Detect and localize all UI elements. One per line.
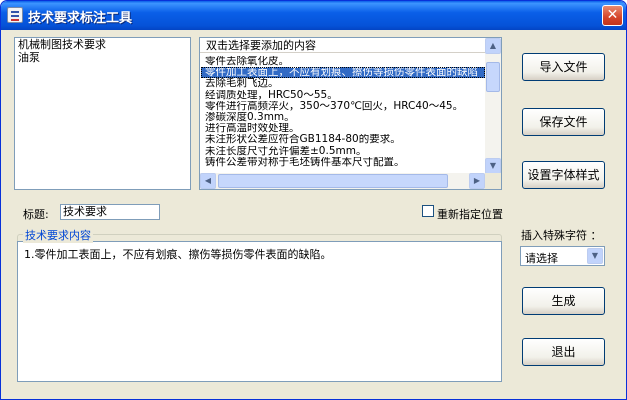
scroll-right-icon[interactable]: ▶ bbox=[469, 173, 485, 189]
list-item-selected[interactable]: 零件加工表面上，不应有划痕、擦伤等损伤零件表面的缺陷 bbox=[201, 67, 485, 79]
vertical-scrollbar[interactable]: ▲ ▼ bbox=[485, 38, 501, 174]
list-item[interactable]: 未注形状公差应符合GB1184-80的要求。 bbox=[201, 134, 485, 145]
list-item[interactable]: 经调质处理，HRC50～55。 bbox=[201, 90, 485, 101]
save-file-button[interactable]: 保存文件 bbox=[522, 108, 605, 136]
list-item[interactable]: 渗碳深度0.3mm。 bbox=[201, 112, 485, 123]
chevron-down-icon[interactable]: ▼ bbox=[587, 248, 603, 264]
scroll-up-icon[interactable]: ▲ bbox=[485, 38, 501, 54]
generate-button[interactable]: 生成 bbox=[522, 287, 605, 315]
list-item[interactable]: 去除毛刺飞边。 bbox=[201, 78, 485, 89]
title-input[interactable]: 技术要求 bbox=[60, 204, 160, 220]
list-item[interactable]: 零件去除氧化皮。 bbox=[201, 56, 485, 67]
title-bar[interactable]: 技术要求标注工具 ✕ bbox=[1, 1, 626, 30]
special-char-select[interactable]: 请选择 ▼ bbox=[520, 246, 605, 266]
app-icon bbox=[7, 7, 23, 23]
close-button[interactable]: ✕ bbox=[602, 5, 623, 26]
list-item[interactable]: 铸件公差带对称于毛坯铸件基本尺寸配置。 bbox=[201, 157, 485, 168]
category-list[interactable]: 机械制图技术要求 油泵 bbox=[14, 37, 191, 190]
reposition-label[interactable]: 重新指定位置 bbox=[437, 206, 503, 222]
content-textarea[interactable]: 1.零件加工表面上，不应有划痕、擦伤等损伤零件表面的缺陷。 bbox=[17, 241, 502, 382]
exit-button[interactable]: 退出 bbox=[522, 338, 605, 366]
content-options-list[interactable]: 双击选择要添加的内容 零件去除氧化皮。 零件加工表面上，不应有划痕、擦伤等损伤零… bbox=[199, 37, 502, 190]
scroll-thumb[interactable] bbox=[486, 62, 500, 92]
main-window: 技术要求标注工具 ✕ 机械制图技术要求 油泵 双击选择要添加的内容 零件去除氧化… bbox=[0, 0, 627, 400]
select-value: 请选择 bbox=[525, 252, 558, 265]
special-char-label: 插入特殊字符 ： bbox=[521, 229, 602, 242]
reposition-checkbox[interactable] bbox=[422, 205, 434, 217]
list-item[interactable]: 油泵 bbox=[15, 51, 190, 64]
title-label: 标题: bbox=[23, 208, 49, 221]
scroll-down-icon[interactable]: ▼ bbox=[485, 158, 501, 174]
scroll-left-icon[interactable]: ◀ bbox=[200, 173, 216, 189]
import-file-button[interactable]: 导入文件 bbox=[522, 53, 605, 81]
scroll-thumb[interactable] bbox=[218, 174, 448, 188]
scroll-corner bbox=[485, 173, 501, 189]
list-item[interactable]: 进行高温时效处理。 bbox=[201, 123, 485, 134]
list-item[interactable]: 零件进行高频淬火，350～370℃回火，HRC40～45。 bbox=[201, 101, 485, 112]
horizontal-scrollbar[interactable]: ◀ ▶ bbox=[200, 173, 485, 189]
content-group-label: 技术要求内容 bbox=[23, 227, 93, 243]
font-style-button[interactable]: 设置字体样式 bbox=[522, 161, 605, 189]
list-header: 双击选择要添加的内容 bbox=[200, 38, 501, 53]
window-title: 技术要求标注工具 bbox=[28, 11, 133, 26]
options-rows: 零件去除氧化皮。 零件加工表面上，不应有划痕、擦伤等损伤零件表面的缺陷 去除毛刺… bbox=[201, 56, 485, 175]
list-item[interactable]: 机械制图技术要求 bbox=[15, 38, 190, 51]
list-item[interactable]: 未注长度尺寸允许偏差±0.5mm。 bbox=[201, 146, 485, 157]
